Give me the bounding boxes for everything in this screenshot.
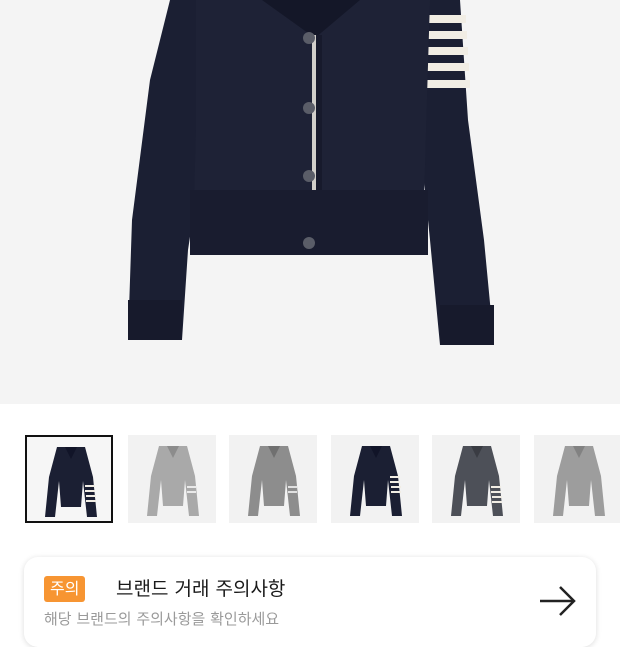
cardigan-thumbnail-image — [553, 446, 605, 516]
cardigan-illustration — [128, 0, 494, 345]
notice-subtitle: 해당 브랜드의 주의사항을 확인하세요 — [44, 610, 280, 628]
thumbnail-6[interactable] — [534, 435, 620, 523]
caution-badge: 주의 — [44, 576, 86, 602]
product-main-image[interactable] — [0, 0, 620, 404]
cardigan-thumbnail-image — [45, 447, 97, 517]
thumbnail-3[interactable] — [229, 435, 317, 523]
thumbnail-1[interactable] — [25, 435, 113, 523]
cardigan-thumbnail-image — [350, 446, 402, 516]
thumbnail-4[interactable] — [331, 435, 419, 523]
cardigan-thumbnail-image — [451, 446, 503, 516]
cardigan-thumbnail-image — [248, 446, 300, 516]
cardigan-thumbnail-image — [147, 446, 199, 516]
thumbnail-strip — [0, 435, 620, 525]
notice-title: 브랜드 거래 주의사항 — [116, 578, 286, 600]
brand-notice-card[interactable]: 주의 브랜드 거래 주의사항 해당 브랜드의 주의사항을 확인하세요 — [24, 557, 596, 647]
arrow-right-icon[interactable] — [538, 583, 578, 623]
thumbnail-5[interactable] — [432, 435, 520, 523]
thumbnail-2[interactable] — [128, 435, 216, 523]
